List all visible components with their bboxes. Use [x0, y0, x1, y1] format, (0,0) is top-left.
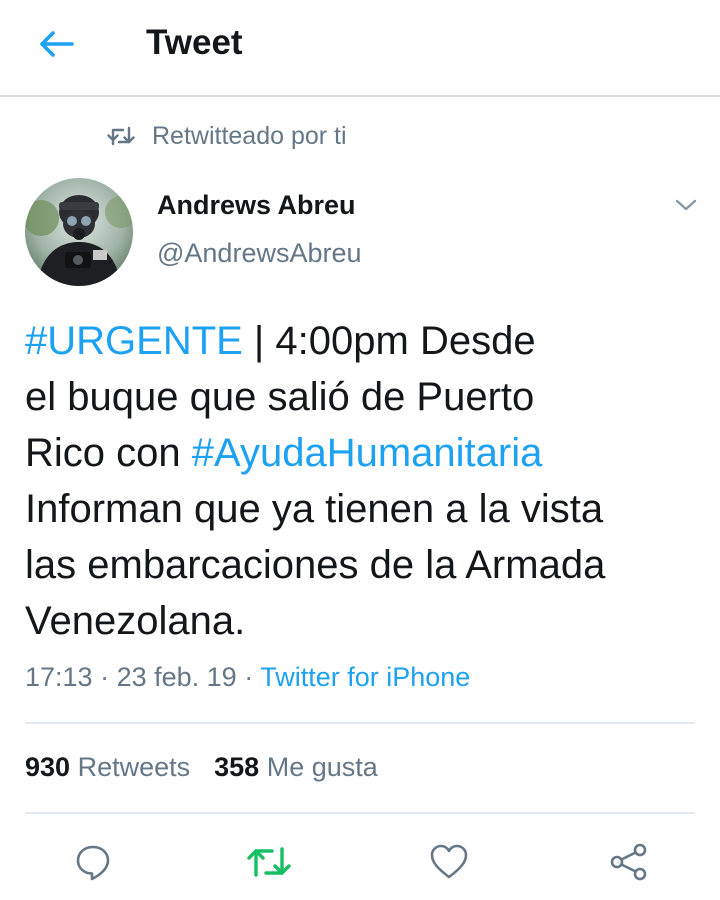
- share-button[interactable]: [602, 835, 656, 889]
- retweet-context: Retwitteado por ti: [106, 120, 347, 152]
- tweet-text-line: Rico con #AyudaHumanitaria: [25, 425, 695, 481]
- tweet-stats: 930 Retweets 358 Me gusta: [25, 752, 378, 783]
- tweet-text-line: el buque que salió de Puerto: [25, 369, 695, 425]
- hashtag-link[interactable]: #AyudaHumanitaria: [192, 431, 543, 475]
- share-icon: [610, 843, 647, 881]
- retweet-context-label: Retwitteado por ti: [152, 121, 347, 150]
- tweet-text-segment: Venezolana.: [25, 599, 246, 643]
- retweet-button[interactable]: [242, 835, 296, 889]
- tweet-meta: 17:13 · 23 feb. 19 · Twitter for iPhone: [25, 662, 470, 693]
- chevron-down-icon: [675, 199, 697, 211]
- avatar-image: [25, 178, 133, 286]
- retweets-count: 930: [25, 752, 71, 782]
- divider: [25, 722, 695, 724]
- like-button[interactable]: [422, 835, 476, 889]
- tweet-text-segment: las embarcaciones de la Armada: [25, 543, 606, 587]
- likes-stat[interactable]: 358 Me gusta: [214, 752, 378, 782]
- tweet-options-button[interactable]: [668, 190, 704, 220]
- tweet-text-line: las embarcaciones de la Armada: [25, 537, 695, 593]
- divider: [25, 812, 695, 814]
- tweet-text-line: Venezolana.: [25, 593, 695, 649]
- meta-separator: ·: [236, 662, 261, 692]
- tweet-text-segment: Rico con: [25, 431, 192, 475]
- tweet-text-segment: | 4:00pm Desde: [242, 319, 536, 363]
- reply-button[interactable]: [66, 835, 120, 889]
- meta-separator: ·: [92, 662, 117, 692]
- retweet-icon: [247, 847, 291, 877]
- reply-icon: [76, 845, 110, 881]
- author-name[interactable]: Andrews Abreu: [157, 190, 356, 221]
- tweet-text-line: Informan que ya tienen a la vista: [25, 481, 695, 537]
- tweet-text-line: #URGENTE | 4:00pm Desde: [25, 313, 695, 369]
- retweets-stat[interactable]: 930 Retweets: [25, 752, 190, 782]
- tweet-text: #URGENTE | 4:00pm Desde el buque que sali…: [25, 313, 695, 649]
- like-icon: [430, 844, 468, 879]
- tweet-date: 23 feb. 19: [116, 662, 237, 692]
- back-button[interactable]: [34, 26, 78, 62]
- author-handle[interactable]: @AndrewsAbreu: [157, 238, 362, 269]
- tweet-text-segment: Informan que ya tienen a la vista: [25, 487, 604, 531]
- hashtag-link[interactable]: #URGENTE: [25, 319, 243, 363]
- top-app-bar: Tweet: [0, 0, 720, 97]
- arrow-left-icon: [40, 31, 74, 57]
- tweet-source-link[interactable]: Twitter for iPhone: [260, 662, 470, 692]
- avatar[interactable]: [25, 178, 133, 286]
- tweet-text-segment: el buque que salió de Puerto: [25, 375, 535, 419]
- likes-label: Me gusta: [266, 752, 378, 782]
- action-bar: [0, 835, 720, 889]
- tweet-time: 17:13: [25, 662, 93, 692]
- retweets-label: Retweets: [77, 752, 191, 782]
- retweet-icon: [107, 126, 135, 146]
- likes-count: 358: [214, 752, 260, 782]
- page-title: Tweet: [146, 23, 243, 62]
